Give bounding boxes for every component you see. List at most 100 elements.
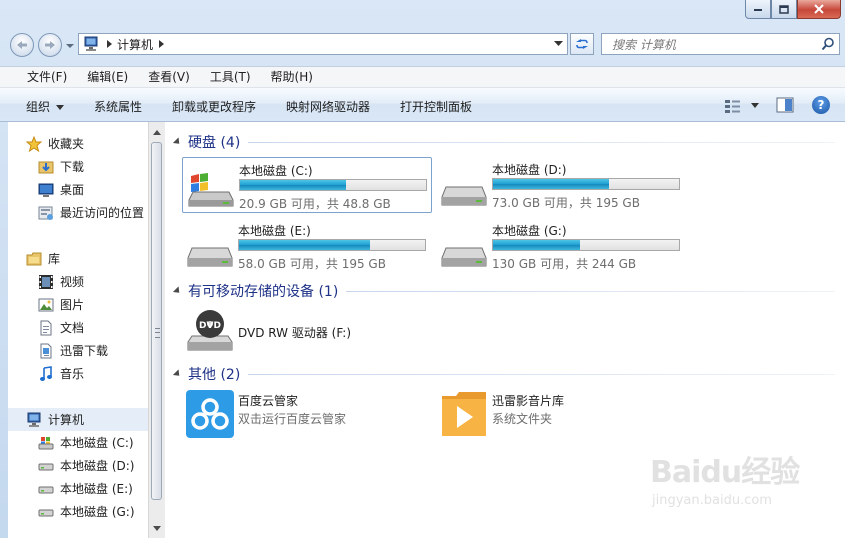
nav-item-drive-g[interactable]: 本地磁盘 (G:) (8, 500, 148, 523)
close-button[interactable] (797, 0, 841, 19)
dvd-logo-text: DVD (199, 321, 221, 331)
nav-item-pictures[interactable]: 图片 (8, 293, 148, 316)
recent-pages-dropdown-icon[interactable] (66, 42, 74, 50)
item-name: 迅雷影音片库 (492, 394, 565, 408)
chevron-down-icon (153, 525, 161, 531)
search-icon[interactable] (821, 37, 835, 51)
breadcrumb-separator-icon[interactable] (159, 40, 165, 48)
menu-edit[interactable]: 编辑(E) (80, 67, 135, 87)
nav-item-label: 本地磁盘 (G:) (60, 505, 135, 519)
change-view-button[interactable] (724, 97, 764, 115)
other-tile-baidu-cloud[interactable]: 百度云管家 双击运行百度云管家 (182, 388, 432, 444)
menu-file[interactable]: 文件(F) (20, 67, 74, 87)
organize-label: 组织 (26, 100, 51, 114)
nav-item-music[interactable]: 音乐 (8, 362, 148, 385)
back-button[interactable] (10, 33, 34, 57)
search-input[interactable] (610, 35, 814, 55)
navigation-pane-scrollbar[interactable] (148, 122, 165, 538)
map-network-drive-button[interactable]: 映射网络驱动器 (286, 98, 370, 115)
menu-view[interactable]: 查看(V) (141, 67, 197, 87)
search-box[interactable] (601, 33, 840, 55)
group-header-removable[interactable]: 有可移动存储的设备 (1) (172, 281, 835, 301)
drive-usage-bar (238, 239, 426, 251)
system-drive-icon (188, 173, 234, 207)
breadcrumb-computer[interactable]: 计算机 (117, 36, 153, 53)
nav-item-recent-places[interactable]: 最近访问的位置 (8, 201, 148, 224)
minimize-icon (754, 9, 762, 11)
drive-tile-g[interactable]: 本地磁盘 (G:) 130 GB 可用，共 244 GB (436, 218, 686, 274)
nav-computer-label: 计算机 (48, 413, 85, 427)
preview-pane-icon[interactable] (776, 97, 794, 113)
address-dropdown-icon[interactable] (554, 40, 563, 48)
nav-item-drive-c[interactable]: 本地磁盘 (C:) (8, 431, 148, 454)
menu-bar: 文件(F) 编辑(E) 查看(V) 工具(T) 帮助(H) (0, 66, 845, 88)
star-icon (26, 135, 42, 152)
scrollbar-thumb[interactable] (151, 142, 162, 500)
drive-tile-e[interactable]: 本地磁盘 (E:) 58.0 GB 可用，共 195 GB (182, 218, 432, 274)
address-row: 计算机 (0, 28, 845, 62)
nav-item-documents[interactable]: 文档 (8, 316, 148, 339)
group-divider (248, 141, 835, 143)
maximize-button[interactable] (771, 0, 797, 19)
group-header-other[interactable]: 其他 (2) (172, 364, 835, 384)
nav-item-label: 视频 (60, 275, 85, 289)
help-icon: ? (817, 98, 825, 112)
close-icon (814, 4, 824, 14)
chevron-down-icon (751, 103, 759, 108)
nav-libraries-label: 库 (48, 252, 61, 266)
group-title: 硬盘 (4) (188, 135, 241, 151)
uninstall-program-button[interactable]: 卸载或更改程序 (172, 98, 256, 115)
desktop-icon (38, 183, 54, 197)
drive-usage-bar (492, 239, 680, 251)
breadcrumb-separator-icon[interactable] (107, 40, 113, 48)
refresh-button[interactable] (570, 33, 594, 55)
drive-usage-fill (493, 179, 610, 189)
scrollbar-grip (155, 328, 160, 338)
address-bar[interactable]: 计算机 (78, 33, 568, 55)
nav-item-videos[interactable]: 视频 (8, 270, 148, 293)
scroll-down-button[interactable] (149, 520, 165, 536)
forward-arrow-icon (45, 41, 55, 49)
hard-drive-icon (441, 186, 487, 206)
downloads-folder-icon (38, 161, 54, 173)
group-header-hard-disks[interactable]: 硬盘 (4) (172, 132, 835, 152)
item-description: 双击运行百度云管家 (238, 412, 347, 426)
nav-item-label: 本地磁盘 (C:) (60, 436, 134, 450)
nav-libraries[interactable]: 库 (8, 247, 148, 270)
nav-favorites[interactable]: 收藏夹 (8, 132, 148, 155)
drive-tile-c[interactable]: 本地磁盘 (C:) 20.9 GB 可用，共 48.8 GB (182, 157, 432, 213)
dvd-drive-icon: DVD (187, 310, 233, 351)
nav-item-label: 最近访问的位置 (60, 206, 145, 220)
organize-button[interactable]: 组织 (26, 98, 65, 115)
forward-button[interactable] (38, 33, 62, 57)
scroll-up-button[interactable] (149, 124, 165, 140)
hard-drive-icon (38, 509, 54, 516)
menu-tools[interactable]: 工具(T) (203, 67, 258, 87)
drive-usage-bar (239, 179, 427, 191)
minimize-button[interactable] (745, 0, 771, 19)
nav-item-desktop[interactable]: 桌面 (8, 178, 148, 201)
nav-item-downloads[interactable]: 下载 (8, 155, 148, 178)
menu-help[interactable]: 帮助(H) (264, 67, 320, 87)
nav-computer-group: 计算机 本地磁盘 (C:) 本地磁盘 (D:) 本地磁盘 (E:) 本地磁盘 (… (8, 408, 148, 523)
open-control-panel-button[interactable]: 打开控制面板 (400, 98, 472, 115)
collapse-arrow-icon[interactable] (172, 286, 183, 296)
view-options-icon (725, 100, 740, 113)
nav-item-label: 文档 (60, 321, 85, 335)
nav-item-drive-d[interactable]: 本地磁盘 (D:) (8, 454, 148, 477)
other-tile-thunder-video[interactable]: 迅雷影音片库 系统文件夹 (436, 388, 686, 444)
collapse-arrow-icon[interactable] (172, 137, 183, 147)
recent-places-icon (38, 206, 53, 220)
dvd-drive-tile[interactable]: DVD DVD RW 驱动器 (F:) (182, 304, 432, 360)
nav-item-thunder-downloads[interactable]: 迅雷下载 (8, 339, 148, 362)
computer-icon (84, 36, 98, 51)
watermark-url: jingyan.baidu.com (652, 493, 772, 508)
collapse-arrow-icon[interactable] (172, 369, 183, 379)
system-properties-button[interactable]: 系统属性 (94, 98, 142, 115)
help-button[interactable]: ? (812, 96, 830, 114)
nav-computer[interactable]: 计算机 (8, 408, 148, 431)
drive-tile-d[interactable]: 本地磁盘 (D:) 73.0 GB 可用，共 195 GB (436, 157, 686, 213)
chevron-up-icon (153, 129, 161, 135)
nav-item-drive-e[interactable]: 本地磁盘 (E:) (8, 477, 148, 500)
item-name: 百度云管家 (238, 394, 299, 408)
